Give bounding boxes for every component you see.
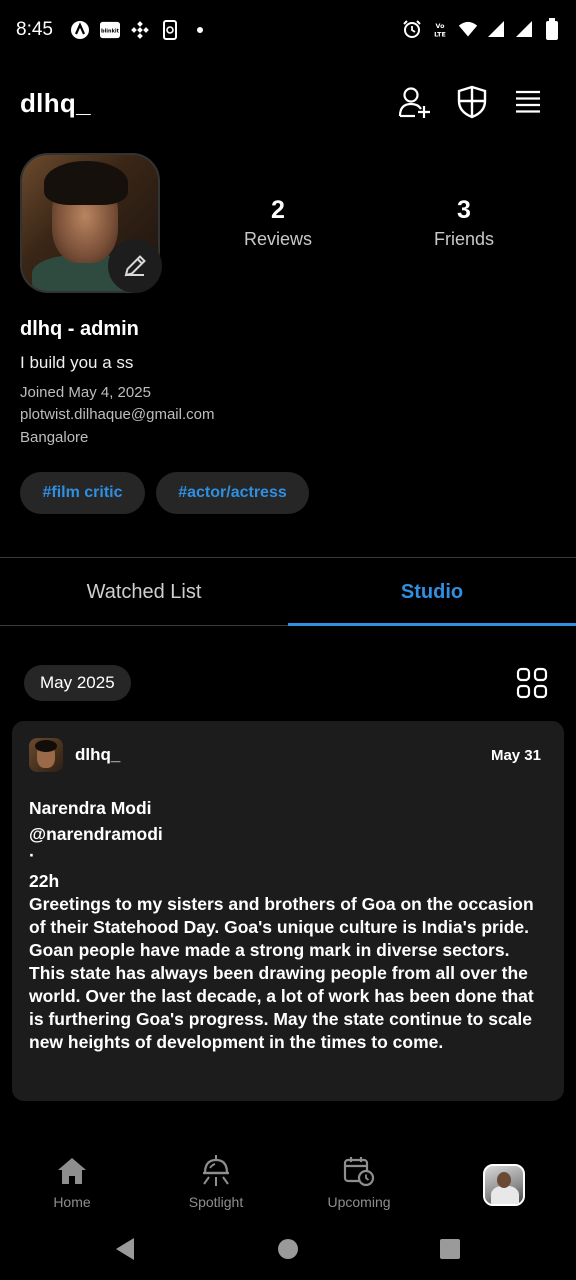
privacy-button[interactable]	[454, 84, 490, 120]
pencil-icon	[124, 255, 146, 277]
post-author-name: Narendra Modi	[29, 798, 152, 818]
edit-profile-button[interactable]	[108, 239, 162, 293]
nav-profile-avatar[interactable]	[483, 1164, 525, 1206]
grid-icon	[516, 667, 548, 699]
nav-home-label: Home	[53, 1194, 91, 1210]
bottom-nav: Home Spotlight Upcoming	[0, 1140, 576, 1220]
status-left-icons: blinkit	[70, 20, 210, 40]
svg-text:LTE: LTE	[434, 31, 446, 38]
post-username[interactable]: dlhq_	[75, 745, 120, 765]
status-right-icons: Vo LTE	[402, 18, 562, 40]
display-name: dlhq - admin	[20, 318, 139, 340]
back-button[interactable]	[110, 1234, 140, 1264]
status-bar: 8:45 blinkit Vo LTE	[0, 0, 576, 62]
tab-studio[interactable]: Studio	[288, 558, 576, 626]
post-date: May 31	[490, 747, 541, 764]
blinkit-icon: blinkit	[100, 20, 120, 40]
home-button[interactable]	[273, 1234, 303, 1264]
post-content: Narendra Modi @narendramodi · 22h Greeti…	[29, 797, 549, 1054]
signal-icon	[514, 19, 534, 39]
header-username: dlhq_	[20, 88, 91, 118]
reviews-count: 2	[271, 196, 285, 224]
post-handle: @narendramodi	[29, 824, 163, 844]
spotlight-icon	[199, 1154, 233, 1188]
arc-icon	[70, 20, 90, 40]
tag-film-critic[interactable]: #film critic	[20, 472, 145, 514]
home-circle-icon	[278, 1239, 298, 1259]
svg-text:blinkit: blinkit	[101, 29, 120, 35]
recents-button[interactable]	[435, 1234, 465, 1264]
nav-home[interactable]: Home	[22, 1154, 122, 1210]
dot-icon	[190, 20, 210, 40]
battery-icon	[542, 18, 562, 40]
month-filter-chip[interactable]: May 2025	[24, 665, 131, 701]
nav-upcoming-label: Upcoming	[327, 1194, 391, 1210]
reviews-stat[interactable]: 2 Reviews	[228, 196, 328, 250]
friends-count: 3	[457, 196, 471, 224]
nav-spotlight[interactable]: Spotlight	[166, 1154, 266, 1210]
profile-email: plotwist.dilhaque@gmail.com	[20, 406, 215, 423]
status-time: 8:45	[16, 19, 53, 40]
active-tab-indicator	[288, 623, 576, 626]
home-icon	[55, 1154, 89, 1188]
calendar-clock-icon	[342, 1154, 376, 1188]
studio-post-card[interactable]: dlhq_ May 31 Narendra Modi @narendramodi…	[12, 721, 564, 1101]
wifi-icon	[458, 19, 478, 39]
shield-icon	[457, 85, 487, 119]
recents-icon	[440, 1239, 460, 1259]
profile-location: Bangalore	[20, 429, 89, 446]
post-time-ago: 22h	[29, 871, 60, 891]
alarm-icon	[402, 19, 422, 39]
post-user-avatar[interactable]	[29, 738, 63, 772]
profile-bio: I build you a ss	[20, 353, 134, 372]
friends-label: Friends	[433, 229, 495, 249]
system-nav-bar	[0, 1220, 576, 1280]
reviews-label: Reviews	[243, 229, 313, 249]
tag-actor-actress[interactable]: #actor/actress	[156, 472, 309, 514]
joined-date: Joined May 4, 2025	[20, 384, 151, 401]
back-icon	[116, 1238, 134, 1260]
tab-watched-list[interactable]: Watched List	[0, 558, 288, 626]
nav-spotlight-label: Spotlight	[188, 1194, 244, 1210]
menu-icon	[516, 90, 540, 113]
profile-header: dlhq_	[0, 80, 576, 130]
binance-icon	[130, 20, 150, 40]
phone-link-icon	[160, 20, 180, 40]
nav-upcoming[interactable]: Upcoming	[309, 1154, 409, 1210]
svg-text:Vo: Vo	[436, 23, 446, 30]
post-body: Greetings to my sisters and brothers of …	[29, 894, 534, 1052]
volte-icon: Vo LTE	[430, 19, 450, 39]
friends-stat[interactable]: 3 Friends	[414, 196, 514, 250]
post-separator: ·	[29, 845, 35, 865]
menu-button[interactable]	[510, 84, 546, 120]
add-friend-button[interactable]	[396, 84, 432, 120]
divider	[0, 625, 288, 626]
signal-icon	[486, 19, 506, 39]
grid-view-button[interactable]	[516, 667, 550, 701]
add-friend-icon	[398, 87, 430, 118]
